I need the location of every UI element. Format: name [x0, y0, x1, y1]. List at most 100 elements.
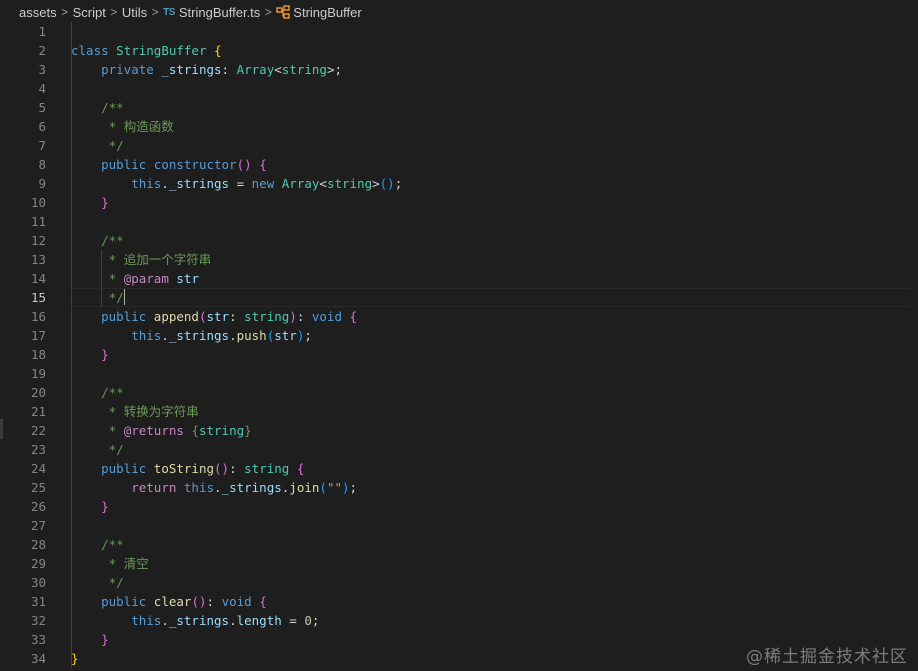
code-token: {	[296, 461, 305, 476]
code-editor[interactable]: 1 2 3 4 5 6 7 8 9 10 11 12 13 14 15 16 17 18 19 20 21 22 23 24 2…	[0, 22, 918, 671]
code-token: >;	[326, 62, 342, 77]
code-token: ""	[326, 480, 342, 495]
code-token: */	[108, 138, 124, 153]
code-line[interactable]: * @param str	[71, 269, 402, 288]
code-line[interactable]: public clear(): void {	[71, 592, 402, 611]
code-line[interactable]: this._strings.length = 0;	[71, 611, 402, 630]
code-token: join	[289, 480, 320, 495]
code-token: )	[342, 480, 350, 495]
code-line[interactable]: public toString(): string {	[71, 459, 402, 478]
code-line[interactable]: */	[71, 440, 402, 459]
breadcrumb-item-symbol[interactable]: StringBuffer	[293, 5, 361, 20]
code-token: string	[198, 423, 245, 438]
code-token: =	[281, 613, 305, 628]
code-token: }	[101, 195, 109, 210]
breadcrumb-item-utils[interactable]: Utils	[122, 5, 147, 20]
code-line[interactable]: private _strings: Array<string>;	[71, 60, 402, 79]
code-line[interactable]	[71, 516, 402, 535]
code-token: public	[101, 594, 147, 609]
code-token: _strings	[161, 62, 222, 77]
code-line[interactable]: * @returns {string}	[71, 421, 402, 440]
code-line[interactable]: * 转换为字符串	[71, 402, 402, 421]
code-token: ;	[394, 176, 403, 191]
code-token: void	[311, 309, 342, 324]
code-token: _strings	[168, 328, 230, 343]
line-number: 4	[38, 81, 46, 96]
line-number: 7	[38, 138, 46, 153]
line-number: 13	[30, 252, 46, 267]
code-line[interactable]: * 追加一个字符串	[71, 250, 402, 269]
code-token: 0	[304, 613, 312, 628]
code-token: string	[244, 309, 290, 324]
code-token: clear	[153, 594, 192, 609]
code-line[interactable]: this._strings.push(str);	[71, 326, 402, 345]
code-line[interactable]: return this._strings.join("");	[71, 478, 402, 497]
breadcrumb-item-file[interactable]: StringBuffer.ts	[179, 5, 260, 20]
code-line[interactable]: /**	[71, 98, 402, 117]
code-token: <	[274, 62, 282, 77]
code-line[interactable]: /**	[71, 535, 402, 554]
code-line[interactable]: */	[71, 288, 912, 307]
line-number: 10	[30, 195, 46, 210]
code-token: ()	[191, 594, 207, 609]
line-number: 33	[30, 632, 46, 647]
line-number: 18	[30, 347, 46, 362]
code-token: .	[229, 328, 237, 343]
code-token: .	[161, 613, 169, 628]
code-token: ()	[236, 157, 252, 172]
line-number: 31	[30, 594, 46, 609]
code-token: }	[101, 632, 109, 647]
code-area[interactable]: class StringBuffer { private _strings: A…	[71, 22, 912, 668]
code-line[interactable]: }	[71, 630, 402, 649]
line-number: 9	[38, 176, 46, 191]
code-token: new	[251, 176, 275, 191]
line-number: 34	[30, 651, 46, 666]
code-token: {	[191, 423, 199, 438]
code-line[interactable]: public append(str: string): void {	[71, 307, 402, 326]
code-token: <	[319, 176, 327, 191]
code-line[interactable]	[71, 364, 402, 383]
code-line[interactable]: }	[71, 649, 402, 668]
code-line[interactable]: }	[71, 193, 402, 212]
code-line[interactable]	[71, 22, 402, 41]
code-line[interactable]	[71, 79, 402, 98]
code-token: string	[244, 461, 290, 476]
code-token: _strings	[168, 613, 230, 628]
code-line[interactable]: */	[71, 136, 402, 155]
code-line[interactable]: }	[71, 497, 402, 516]
code-line[interactable]: * 构造函数	[71, 117, 402, 136]
code-token: Array	[236, 62, 275, 77]
class-symbol-icon	[276, 5, 290, 19]
code-line[interactable]: public constructor() {	[71, 155, 402, 174]
code-line[interactable]: * 清空	[71, 554, 402, 573]
breadcrumb-item-script[interactable]: Script	[73, 5, 106, 20]
chevron-right-icon: >	[264, 5, 272, 19]
code-token: */	[108, 442, 124, 457]
code-line[interactable]: /**	[71, 383, 402, 402]
code-line[interactable]: this._strings = new Array<string>();	[71, 174, 402, 193]
code-line[interactable]: /**	[71, 231, 402, 250]
code-token: public	[101, 461, 147, 476]
code-line[interactable]: */	[71, 573, 402, 592]
code-line[interactable]	[71, 212, 402, 231]
code-line[interactable]: }	[71, 345, 402, 364]
code-line[interactable]: class StringBuffer {	[71, 41, 402, 60]
breadcrumb-item-assets[interactable]: assets	[19, 5, 57, 20]
code-token: }	[71, 651, 79, 666]
code-token: str	[176, 271, 199, 286]
line-number: 20	[30, 385, 46, 400]
